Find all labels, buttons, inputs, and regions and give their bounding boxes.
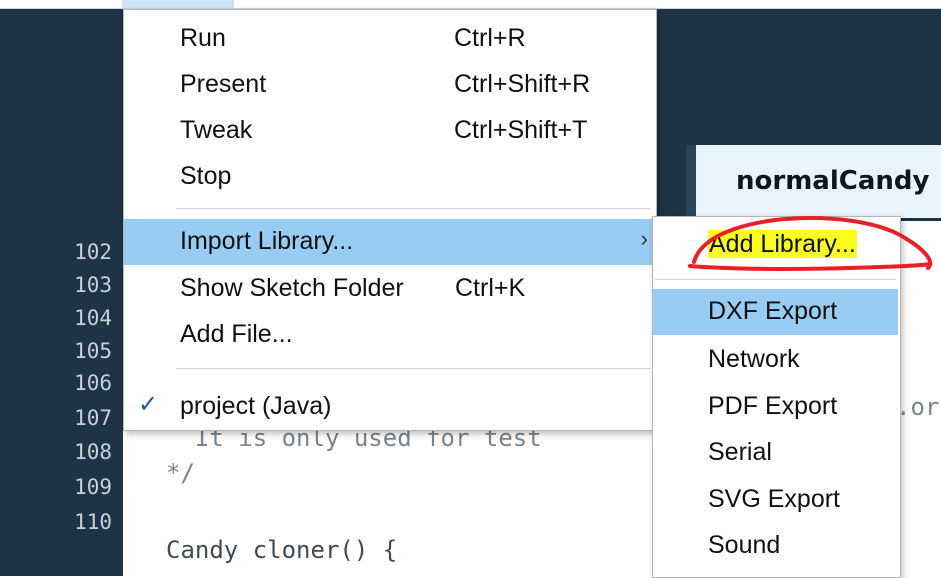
- tab-strip: [686, 145, 696, 221]
- menu-item-shortcut: Ctrl+Shift+R: [454, 70, 591, 98]
- menu-item-label: Show Sketch Folder: [180, 274, 404, 302]
- menu-separator: [176, 368, 650, 369]
- highlighted-label: Add Library...: [708, 230, 857, 258]
- submenu-item-label: Add Library...: [708, 230, 857, 259]
- submenu-item-sound[interactable]: Sound: [653, 523, 898, 569]
- menu-bar: [0, 0, 941, 9]
- menu-item-mode-java[interactable]: ✓ project (Java): [124, 384, 656, 430]
- submenu-item-svg-export[interactable]: SVG Export: [653, 477, 898, 523]
- menu-item-label: Present: [180, 70, 267, 98]
- line-number: 106: [74, 371, 112, 395]
- import-library-submenu: Add Library... DXF Export Network PDF Ex…: [652, 216, 901, 578]
- line-number-gutter: 102 103 104 105 106 107 108 109 110: [0, 221, 123, 576]
- code-line[interactable]: */: [166, 459, 195, 487]
- menu-item-label: Add File...: [180, 320, 293, 348]
- menu-item-label: Tweak: [180, 116, 253, 144]
- submenu-item-network[interactable]: Network: [653, 337, 898, 383]
- code-line[interactable]: Candy cloner() {: [166, 536, 397, 564]
- menu-item-run[interactable]: Run Ctrl+R: [124, 16, 656, 62]
- menu-item-label: Run: [180, 24, 226, 52]
- line-number: 110: [74, 510, 112, 534]
- submenu-item-dxf-export[interactable]: DXF Export: [653, 289, 898, 335]
- submenu-item-label: Sound: [708, 531, 781, 559]
- line-number: 108: [74, 440, 112, 464]
- menu-separator: [176, 208, 650, 209]
- line-number: 109: [74, 475, 112, 499]
- submenu-item-serial[interactable]: Serial: [653, 430, 898, 476]
- submenu-item-label: DXF Export: [708, 297, 838, 325]
- menu-separator: [655, 279, 896, 280]
- menu-item-import-library[interactable]: Import Library... ›: [124, 219, 656, 265]
- menu-bar-sketch-selected[interactable]: [122, 0, 234, 8]
- submenu-item-add-library[interactable]: Add Library...: [653, 222, 898, 268]
- tab-normalcandy[interactable]: normalCandy: [696, 145, 941, 218]
- menu-item-label: project (Java): [180, 392, 332, 420]
- menu-item-shortcut: Ctrl+R: [454, 24, 526, 52]
- menu-item-shortcut: Ctrl+Shift+T: [454, 116, 588, 144]
- submenu-item-label: PDF Export: [708, 392, 838, 420]
- submenu-item-label: SVG Export: [708, 485, 840, 513]
- checkmark-icon: ✓: [138, 391, 159, 418]
- line-number: 102: [74, 240, 112, 264]
- submenu-item-label: Serial: [708, 438, 772, 466]
- menu-item-tweak[interactable]: Tweak Ctrl+Shift+T: [124, 108, 656, 154]
- menu-item-stop[interactable]: Stop: [124, 154, 656, 200]
- submenu-item-pdf-export[interactable]: PDF Export: [653, 384, 898, 430]
- menu-item-label: Import Library...: [180, 227, 354, 255]
- line-number: 104: [74, 306, 112, 330]
- line-number: 107: [74, 406, 112, 430]
- menu-item-label: Stop: [180, 162, 232, 190]
- line-number: 103: [74, 273, 112, 297]
- menu-item-present[interactable]: Present Ctrl+Shift+R: [124, 62, 656, 108]
- sketch-menu: Run Ctrl+R Present Ctrl+Shift+R Tweak Ct…: [123, 9, 657, 431]
- submenu-item-label: Network: [708, 345, 800, 373]
- line-number: 105: [74, 339, 112, 363]
- menu-item-show-sketch-folder[interactable]: Show Sketch Folder Ctrl+K: [124, 266, 656, 312]
- menu-item-shortcut: Ctrl+K: [455, 274, 526, 302]
- menu-item-add-file[interactable]: Add File...: [124, 312, 656, 358]
- code-fragment[interactable]: .or: [896, 393, 939, 421]
- chevron-right-icon: ›: [640, 226, 648, 251]
